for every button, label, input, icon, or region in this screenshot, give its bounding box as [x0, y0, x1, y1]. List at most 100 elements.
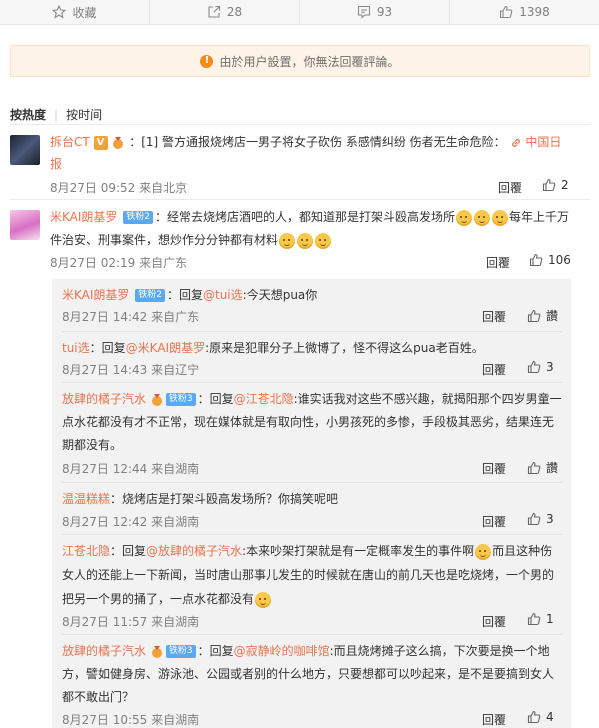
comment-like-button[interactable]: 2: [542, 178, 569, 192]
reply-button[interactable]: 回覆: [482, 513, 506, 530]
article-link-text: 中国日: [525, 135, 562, 149]
tab-sort-time[interactable]: 按时间: [66, 106, 102, 123]
smile-emoji-icon: [315, 232, 332, 249]
mention-link[interactable]: @寂静岭的咖啡馆: [234, 644, 330, 658]
reply-text: ：回复: [166, 288, 203, 302]
divider: [10, 199, 590, 200]
username-link[interactable]: 江苍北隐: [62, 544, 110, 558]
reply-time: 8月27日 10:55 来自湖南: [62, 713, 200, 727]
share-count: 28: [226, 5, 243, 19]
verified-v-icon: V: [93, 135, 108, 150]
link-icon: [511, 138, 520, 147]
tab-separator: |: [54, 107, 59, 122]
reply-button[interactable]: 回覆: [482, 711, 506, 728]
comment-text: 件治安、刑事案件，想炒作分分钟都有材料: [50, 233, 279, 247]
reply-text: :本来吵架打架就是有一定概率发生的事件啊: [242, 544, 475, 558]
fan-badge: 铁粉2: [123, 211, 153, 224]
action-bar: 收藏 28 93 1398: [0, 0, 599, 25]
comment-text: 警方通报烧烤店一男子将女子砍伤 系感情纠纷 伤者无生命危险：: [162, 135, 506, 149]
smile-emoji-icon: [456, 209, 472, 226]
like-count: 3: [546, 360, 554, 374]
reply-text-line: 方，譬如健身房、游泳池、公园或者别的什么地方，只要想都可以吵起来，是不是要搞到女…: [62, 667, 555, 681]
thumbs-up-icon: [529, 253, 543, 267]
mention-link[interactable]: @放肆的橘子汽水: [146, 544, 242, 558]
medal-icon: [113, 136, 124, 149]
reply-button[interactable]: 回覆: [486, 254, 510, 271]
medal-icon: [151, 645, 162, 658]
mention-link[interactable]: @江苍北隐: [234, 392, 294, 406]
sort-tabs: 按热度 | 按时间: [10, 106, 102, 123]
reply-like-button[interactable]: 讚: [527, 307, 558, 324]
like-count: 2: [561, 178, 569, 192]
reply-button[interactable]: 回覆: [482, 361, 506, 378]
username-link[interactable]: 放肆的橘子汽水: [62, 644, 146, 658]
thumbs-up-icon: [527, 461, 541, 474]
tab-sort-hot[interactable]: 按热度: [10, 106, 46, 123]
username-link[interactable]: 米KAI朗基罗: [62, 288, 129, 302]
favorite-label: 收藏: [72, 5, 97, 20]
divider: [62, 482, 562, 483]
fan-badge: 铁粉2: [135, 289, 165, 302]
smile-emoji-icon: [492, 209, 508, 226]
comment-button[interactable]: 93: [300, 0, 450, 24]
divider: [62, 331, 562, 332]
reply-text-line: 放肆的橘子汽水 铁粉3 ：回复@江苍北隐:谁实话我对这些不感兴趣，就揭阳那个四岁男…: [62, 388, 562, 410]
divider: [62, 534, 562, 535]
comment-text-line: 报: [50, 153, 62, 175]
mention-link[interactable]: @tui选: [203, 288, 243, 302]
divider: [62, 382, 562, 383]
reply-like-button[interactable]: 4: [527, 710, 554, 724]
fan-badge: 铁粉3: [165, 645, 196, 658]
thumbs-up-icon: [527, 710, 541, 724]
reply-like-button[interactable]: 3: [527, 360, 554, 374]
share-icon: [208, 5, 220, 18]
reply-text-line: 江苍北隐：回复@放肆的橘子汽水:本来吵架打架就是有一定概率发生的事件啊 而且这种伤: [62, 540, 552, 562]
reply-text: 把另一个男的捅了，一点水花都没有: [62, 592, 255, 606]
username-link[interactable]: 米KAI朗基罗: [50, 210, 117, 224]
reply-text: :原来是犯罪分子上微博了，怪不得这么pua老百姓。: [205, 341, 484, 355]
divider: [62, 634, 562, 635]
username-link[interactable]: tui选: [62, 341, 90, 355]
avatar[interactable]: [10, 210, 40, 240]
reply-text-line: 把另一个男的捅了，一点水花都没有: [62, 588, 272, 610]
comment-like-button[interactable]: 106: [529, 253, 571, 267]
thumbs-up-icon: [527, 512, 541, 526]
smile-emoji-icon: [475, 543, 492, 560]
article-link-text[interactable]: 报: [50, 157, 62, 171]
reply-button[interactable]: 回覆: [482, 460, 506, 477]
like-count: 106: [548, 253, 571, 267]
reply-text: ：回复: [110, 544, 147, 558]
reply-text-line: tui选：回复@米KAI朗基罗:原来是犯罪分子上微博了，怪不得这么pua老百姓。: [62, 337, 484, 359]
username-link[interactable]: 放肆的橘子汽水: [62, 392, 146, 406]
reply-text-line: 放肆的橘子汽水 铁粉3 ：回复@寂静岭的咖啡馆:而且烧烤摊子这么搞，下次要是换一个…: [62, 640, 550, 662]
reply-text: ：烧烤店是打架斗殴高发场所？你搞笑呢吧: [110, 492, 339, 506]
smile-emoji-icon: [297, 232, 314, 249]
reply-text-line: 都不敢出门？: [62, 690, 135, 704]
reply-button[interactable]: 回覆: [498, 179, 522, 196]
username-link[interactable]: 温温糕糕: [62, 492, 110, 506]
article-link[interactable]: 中国日: [510, 135, 562, 149]
reply-text: ：回复: [197, 644, 234, 658]
reply-like-button[interactable]: 3: [527, 512, 554, 526]
comment-icon: [357, 5, 370, 19]
comment-text-line: 米KAI朗基罗 铁粉2 ：经常去烧烤店酒吧的人，都知道那是打架斗殴高发场所 每年上千…: [50, 206, 569, 228]
star-icon: [52, 5, 67, 19]
like-button[interactable]: 1398: [450, 0, 599, 24]
comment-text-line: 件治安、刑事案件，想炒作分分钟都有材料: [50, 229, 332, 251]
reply-button[interactable]: 回覆: [482, 613, 506, 630]
avatar[interactable]: [10, 135, 40, 165]
mention-link[interactable]: @米KAI朗基罗: [126, 341, 205, 355]
smile-emoji-icon: [279, 232, 296, 249]
notice-text: 由於用户設置，你無法回覆評論。: [219, 54, 400, 69]
username-link[interactable]: 拆台CT: [50, 135, 90, 149]
thumbs-up-icon: [527, 360, 541, 374]
reply-time: 8月27日 14:42 来自广东: [62, 310, 200, 324]
reply-button[interactable]: 回覆: [482, 308, 506, 325]
share-button[interactable]: 28: [150, 0, 300, 24]
favorite-button[interactable]: 收藏: [0, 0, 150, 24]
reply-text: ：回复: [197, 392, 234, 406]
reply-time: 8月27日 12:42 来自湖南: [62, 515, 200, 529]
reply-like-button[interactable]: 1: [527, 612, 554, 626]
reply-text-line: 米KAI朗基罗 铁粉2 ：回复@tui选:今天想pua你: [62, 284, 317, 306]
reply-like-button[interactable]: 讚: [527, 459, 558, 476]
